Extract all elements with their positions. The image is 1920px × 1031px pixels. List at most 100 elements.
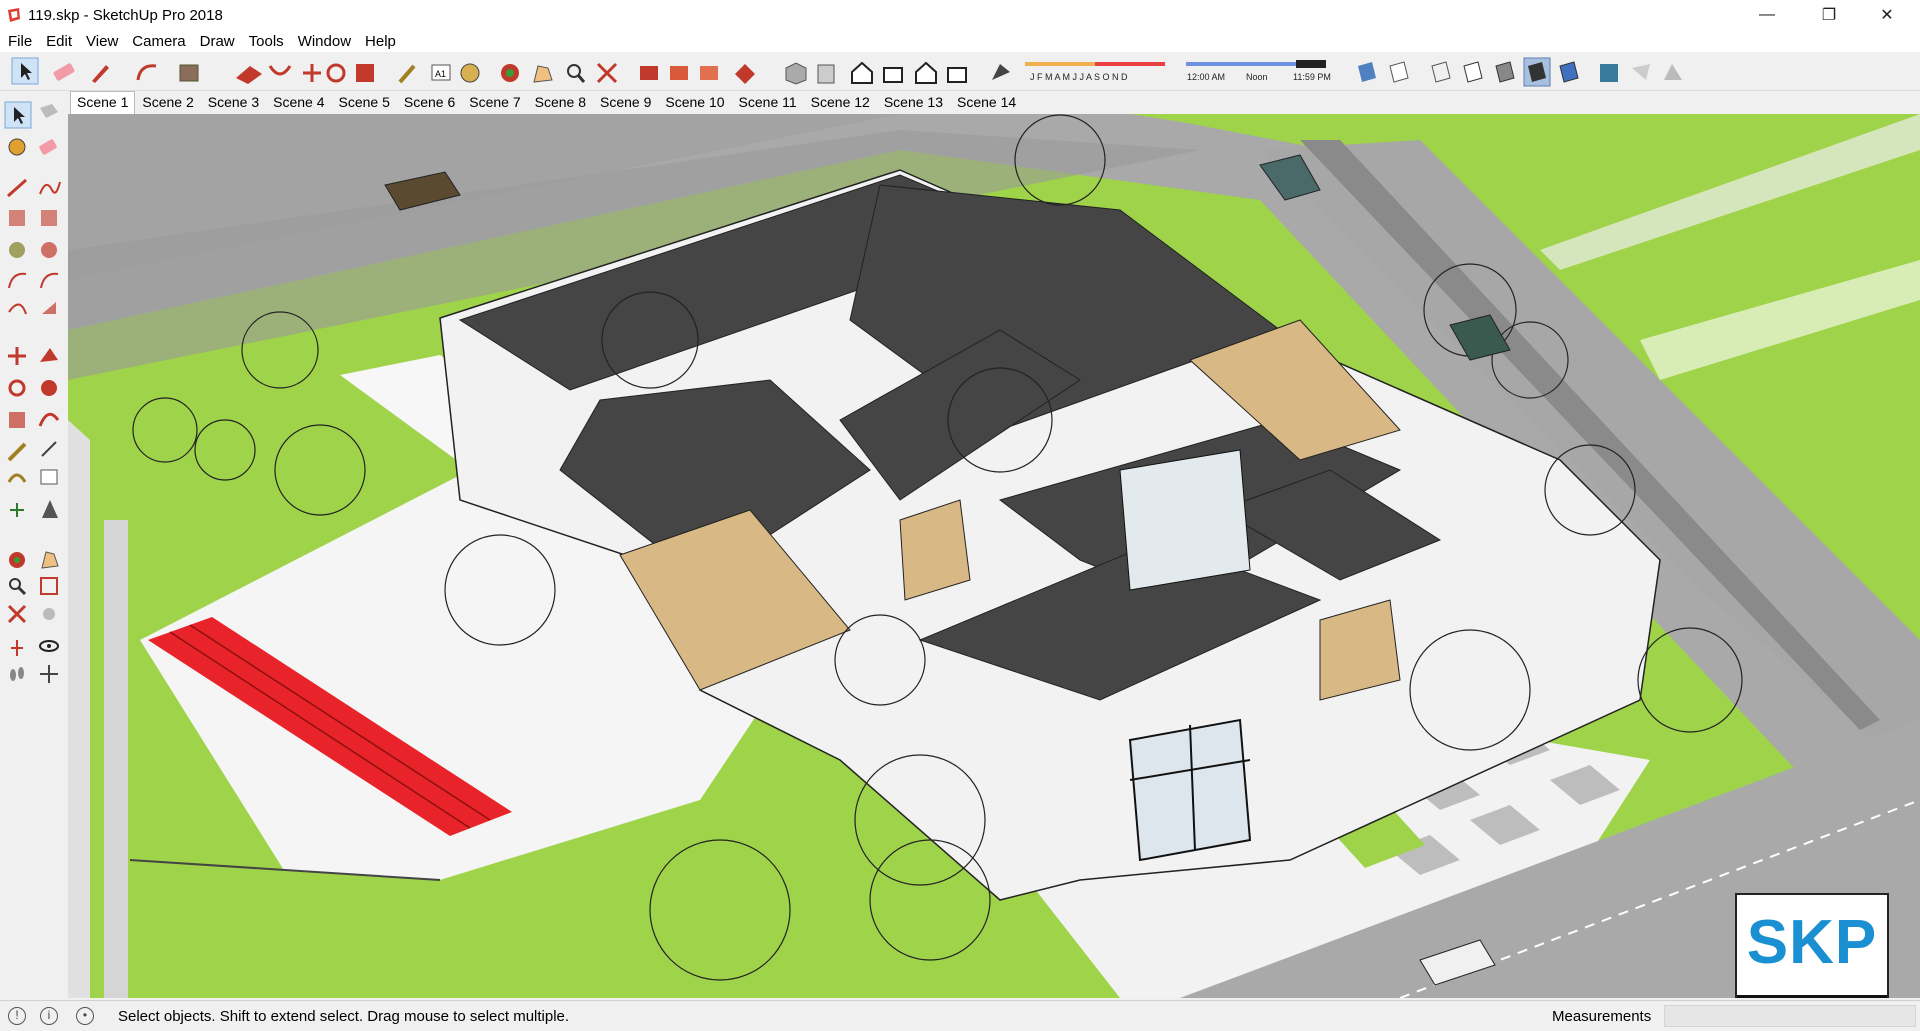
scene-tab-9[interactable]: Scene 9 bbox=[593, 91, 658, 115]
zoom-extents-icon[interactable] bbox=[7, 604, 27, 624]
scene-tab-5[interactable]: Scene 5 bbox=[332, 91, 397, 115]
arc-icon[interactable] bbox=[136, 64, 157, 81]
scene-tab-14[interactable]: Scene 14 bbox=[950, 91, 1023, 115]
share-model-icon[interactable] bbox=[700, 66, 718, 80]
scene-tab-3[interactable]: Scene 3 bbox=[201, 91, 266, 115]
extension-warehouse-icon[interactable] bbox=[670, 66, 688, 80]
photo-texture-icon[interactable] bbox=[1632, 64, 1650, 80]
xray-icon[interactable] bbox=[1358, 62, 1376, 82]
move-icon[interactable] bbox=[303, 64, 321, 82]
scale-icon[interactable] bbox=[356, 64, 374, 82]
offset-icon[interactable] bbox=[268, 65, 292, 76]
text-tool-icon[interactable] bbox=[40, 469, 58, 485]
dimension-icon[interactable] bbox=[41, 441, 57, 457]
credits-icon[interactable]: i bbox=[40, 1007, 58, 1025]
right-view-icon[interactable] bbox=[883, 67, 903, 83]
two-point-arc-icon[interactable] bbox=[40, 272, 59, 289]
scene-tab-13[interactable]: Scene 13 bbox=[877, 91, 950, 115]
pie-icon[interactable] bbox=[42, 302, 56, 314]
scene-tab-4[interactable]: Scene 4 bbox=[266, 91, 331, 115]
extension-manager-icon[interactable] bbox=[735, 64, 755, 84]
shaded-textures-icon[interactable] bbox=[1523, 57, 1551, 87]
previous-view-icon[interactable] bbox=[43, 608, 55, 620]
front-view-icon[interactable] bbox=[851, 61, 873, 84]
pan-icon[interactable] bbox=[533, 65, 553, 83]
three-point-arc-icon[interactable] bbox=[8, 303, 27, 315]
tape-measure-icon[interactable] bbox=[7, 442, 27, 462]
paint-bucket-icon[interactable] bbox=[460, 63, 480, 83]
back-edges-icon[interactable] bbox=[1389, 61, 1409, 83]
user-account-icon[interactable]: • bbox=[76, 1007, 94, 1025]
circle-icon[interactable] bbox=[9, 242, 25, 258]
wireframe-icon[interactable] bbox=[1431, 61, 1451, 83]
scene-tab-1[interactable]: Scene 1 bbox=[70, 91, 136, 114]
zoom-extents-icon[interactable] bbox=[596, 62, 618, 84]
menu-camera[interactable]: Camera bbox=[126, 33, 191, 50]
look-around-icon[interactable] bbox=[39, 640, 59, 652]
toggle-terrain-icon[interactable] bbox=[1664, 64, 1682, 80]
iso-view-icon[interactable] bbox=[785, 62, 807, 85]
shadows-toggle-icon[interactable] bbox=[992, 64, 1010, 80]
scene-tab-6[interactable]: Scene 6 bbox=[397, 91, 462, 115]
orbit-icon[interactable] bbox=[501, 64, 519, 82]
geo-location-icon[interactable] bbox=[1600, 64, 1618, 82]
select-icon[interactable] bbox=[4, 101, 32, 129]
section-plane-icon[interactable] bbox=[40, 665, 58, 683]
push-pull-icon[interactable] bbox=[40, 348, 58, 362]
hidden-line-icon[interactable] bbox=[1463, 61, 1483, 83]
menu-tools[interactable]: Tools bbox=[243, 33, 290, 50]
minimize-button[interactable]: — bbox=[1744, 0, 1790, 30]
zoom-window-icon[interactable] bbox=[40, 577, 58, 595]
left-view-icon[interactable] bbox=[947, 67, 967, 83]
rectangle-icon[interactable] bbox=[179, 64, 199, 82]
scene-tab-2[interactable]: Scene 2 bbox=[135, 91, 200, 115]
zoom-icon[interactable] bbox=[567, 64, 586, 83]
menu-draw[interactable]: Draw bbox=[194, 33, 241, 50]
tape-measure-icon[interactable] bbox=[398, 64, 416, 84]
move-icon[interactable] bbox=[8, 347, 26, 365]
protractor-icon[interactable] bbox=[7, 473, 27, 483]
text-icon[interactable]: A1 bbox=[431, 64, 451, 81]
rectangle-icon[interactable] bbox=[9, 210, 25, 226]
eraser-icon[interactable] bbox=[53, 63, 75, 82]
pan-icon[interactable] bbox=[41, 551, 59, 569]
scene-tab-7[interactable]: Scene 7 bbox=[462, 91, 527, 115]
close-button[interactable]: ✕ bbox=[1864, 0, 1910, 30]
scene-tab-8[interactable]: Scene 8 bbox=[528, 91, 593, 115]
make-component-icon[interactable] bbox=[40, 104, 58, 118]
follow-me-icon[interactable] bbox=[41, 380, 57, 396]
shaded-icon[interactable] bbox=[1495, 61, 1515, 83]
select-tool-icon[interactable] bbox=[11, 57, 39, 85]
arc-icon[interactable] bbox=[8, 272, 27, 289]
position-camera-icon[interactable] bbox=[11, 640, 23, 656]
line-icon[interactable] bbox=[7, 178, 27, 198]
eraser-icon[interactable] bbox=[39, 139, 58, 156]
offset-icon[interactable] bbox=[38, 412, 60, 427]
scale-icon[interactable] bbox=[9, 412, 25, 428]
3d-text-icon[interactable] bbox=[42, 500, 58, 518]
rotated-rectangle-icon[interactable] bbox=[41, 210, 57, 226]
menu-edit[interactable]: Edit bbox=[40, 33, 78, 50]
modeling-viewport[interactable]: SKP bbox=[68, 114, 1920, 998]
menu-window[interactable]: Window bbox=[292, 33, 357, 50]
scene-tab-12[interactable]: Scene 12 bbox=[804, 91, 877, 115]
rotate-icon[interactable] bbox=[8, 379, 26, 397]
scene-tab-11[interactable]: Scene 11 bbox=[732, 91, 804, 115]
freehand-icon[interactable] bbox=[39, 181, 61, 195]
push-pull-icon[interactable] bbox=[236, 66, 262, 84]
back-view-icon[interactable] bbox=[915, 61, 937, 84]
geo-location-status-icon[interactable]: ! bbox=[8, 1007, 26, 1025]
month-slider[interactable] bbox=[1025, 62, 1165, 66]
pencil-icon[interactable] bbox=[92, 65, 109, 83]
menu-help[interactable]: Help bbox=[359, 33, 402, 50]
polygon-icon[interactable] bbox=[41, 242, 57, 258]
monochrome-icon[interactable] bbox=[1559, 61, 1579, 83]
scene-tab-10[interactable]: Scene 10 bbox=[658, 91, 731, 115]
menu-file[interactable]: File bbox=[2, 33, 38, 50]
rotate-icon[interactable] bbox=[326, 63, 346, 83]
warehouse-icon[interactable] bbox=[640, 66, 658, 80]
top-view-icon[interactable] bbox=[817, 64, 835, 84]
walk-icon[interactable] bbox=[10, 667, 24, 681]
restore-button[interactable]: ❐ bbox=[1806, 0, 1852, 30]
axes-icon[interactable] bbox=[10, 503, 24, 517]
